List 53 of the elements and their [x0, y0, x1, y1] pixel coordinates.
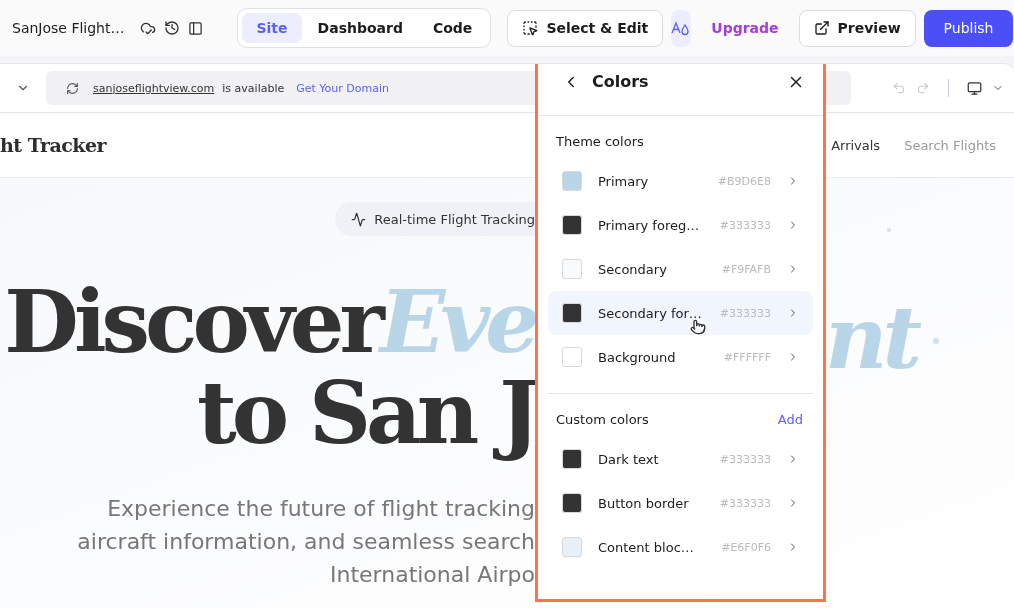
color-row[interactable]: Secondary for… #333333	[548, 291, 813, 335]
panel-title: Colors	[592, 72, 650, 91]
color-name: Primary foreg…	[598, 217, 701, 233]
color-hex: #B9D6E8	[717, 174, 771, 188]
hand-cursor-icon	[690, 319, 706, 335]
headline-fragment: nt	[825, 286, 919, 390]
color-name: Content bloc…	[598, 539, 695, 555]
color-row[interactable]: Background #FFFFFF	[548, 335, 813, 379]
hero-text-line: aircraft information, and seamless search	[77, 528, 535, 557]
color-hex: #F9FAFB	[721, 262, 771, 276]
color-name: Background	[598, 349, 677, 365]
color-name: Secondary for…	[598, 305, 703, 321]
tab[interactable]: Site	[242, 13, 302, 43]
color-row[interactable]: Dark text #333333	[548, 437, 813, 481]
hero-text-line: Experience the future of flight tracking	[107, 495, 535, 524]
site-name[interactable]: SanJose Flight…	[12, 20, 125, 36]
tab[interactable]: Dashboard	[303, 13, 417, 43]
select-edit-button[interactable]: Select & Edit	[507, 9, 664, 47]
color-row[interactable]: Primary foreg… #333333	[548, 203, 813, 247]
domain-link[interactable]: sanjoseflightview.com	[93, 81, 215, 95]
color-hex: #333333	[719, 496, 771, 510]
color-hex: #333333	[719, 306, 771, 320]
theme-icon[interactable]	[671, 9, 692, 47]
external-link-icon	[813, 20, 830, 36]
color-hex: #FFFFFF	[723, 350, 771, 364]
section-title: Theme colors	[556, 134, 644, 149]
pulse-icon	[351, 211, 367, 227]
color-name: Button border	[598, 495, 690, 511]
color-name: Secondary	[598, 261, 668, 277]
section-title: Custom colors	[556, 412, 649, 427]
color-name: Dark text	[598, 451, 660, 467]
get-domain-link[interactable]: Get Your Domain	[296, 81, 389, 95]
add-link[interactable]: Add	[777, 412, 803, 427]
color-row[interactable]: Secondary #F9FAFB	[548, 247, 813, 291]
refresh-icon[interactable]	[66, 81, 79, 95]
color-hex: #333333	[719, 218, 771, 232]
availability-text: is available	[222, 81, 285, 95]
badge-text: Real-time Flight Tracking	[374, 211, 535, 227]
preview-button[interactable]: Preview	[798, 9, 916, 47]
site-logo[interactable]: ht Tracker	[0, 134, 107, 156]
color-row[interactable]: Button border #333333	[548, 481, 813, 525]
publish-button[interactable]: Publish	[923, 9, 1014, 47]
color-row[interactable]: Primary #B9D6E8	[548, 159, 813, 203]
color-hex: #333333	[719, 452, 771, 466]
nav-link[interactable]: Arrivals	[831, 137, 881, 153]
tab[interactable]: Code	[418, 13, 487, 43]
color-row[interactable]: Content bloc… #E6F0F6	[548, 525, 813, 569]
upgrade-link[interactable]: Upgrade	[699, 20, 791, 36]
select-icon	[522, 20, 539, 36]
color-name: Primary	[598, 173, 650, 189]
color-hex: #E6F0F6	[721, 540, 771, 554]
hero-text-line: International Airpo	[329, 561, 535, 590]
desktop-icon[interactable]	[967, 80, 982, 96]
